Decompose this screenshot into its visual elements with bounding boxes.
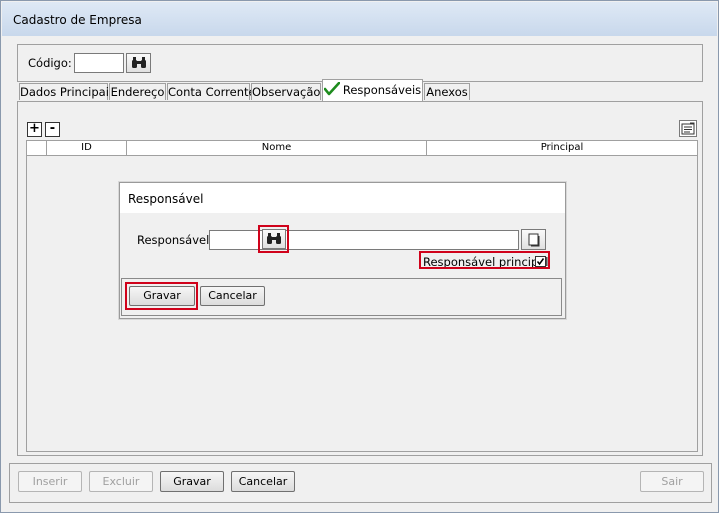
responsavel-dialog: Responsável Responsável : Responsável pr…	[119, 182, 566, 319]
tab-label: Conta Corrente	[168, 85, 256, 99]
save-highlight	[125, 282, 198, 310]
tab-label: Responsáveis	[342, 83, 422, 97]
cancel-button[interactable]: Cancelar	[231, 471, 295, 492]
column-header-nome[interactable]: Nome	[127, 141, 427, 155]
remove-row-button[interactable]: -	[45, 122, 60, 137]
dialog-title-bar: Responsável	[120, 183, 565, 213]
window-title: Cadastro de Empresa	[13, 13, 142, 27]
codigo-search-button[interactable]	[126, 53, 151, 73]
tab-label: Anexos	[426, 85, 468, 99]
search-highlight	[258, 225, 289, 253]
codigo-input[interactable]	[74, 53, 124, 73]
tab-responsaveis[interactable]: Responsáveis	[322, 79, 423, 101]
tab-label: Observação	[252, 85, 321, 99]
responsavel-field-label: Responsável :	[137, 233, 217, 247]
grid-header: ID Nome Principal	[27, 141, 697, 156]
tab-label: Dados Principais	[20, 85, 115, 99]
exit-button[interactable]: Sair	[640, 471, 704, 492]
edit-sheet-icon	[681, 122, 695, 135]
column-header-principal[interactable]: Principal	[427, 141, 697, 155]
tab-observacao[interactable]: Observação	[251, 83, 321, 100]
responsavel-lookup-button[interactable]	[521, 229, 546, 250]
grid-header-selector	[27, 141, 47, 155]
tab-dados-principais[interactable]: Dados Principais	[19, 83, 115, 100]
bottom-toolbar: Inserir Excluir Gravar Cancelar Sair	[9, 463, 712, 503]
window: Cadastro de Empresa Código: Dados Princi…	[0, 0, 719, 513]
codigo-label: Código:	[28, 56, 72, 70]
dialog-title: Responsável	[128, 192, 204, 206]
column-header-id[interactable]: ID	[47, 141, 127, 155]
dialog-footer: Gravar Cancelar	[121, 278, 562, 316]
tab-endereco[interactable]: Endereço	[109, 83, 166, 100]
save-button[interactable]: Gravar	[160, 471, 224, 492]
codigo-panel: Código:	[17, 44, 703, 82]
insert-button[interactable]: Inserir	[18, 471, 82, 492]
delete-button[interactable]: Excluir	[89, 471, 153, 492]
add-row-button[interactable]: +	[27, 122, 42, 137]
title-bar: Cadastro de Empresa	[2, 2, 717, 36]
tab-anexos[interactable]: Anexos	[424, 83, 470, 100]
tab-label: Endereço	[110, 85, 165, 99]
dialog-cancel-button[interactable]: Cancelar	[200, 286, 265, 306]
export-button[interactable]	[679, 120, 697, 137]
tab-conta-corrente[interactable]: Conta Corrente	[167, 83, 256, 100]
binoculars-icon	[131, 57, 146, 68]
checkbox-highlight	[419, 251, 550, 269]
check-icon	[323, 81, 341, 96]
document-icon	[528, 233, 539, 246]
responsavel-input[interactable]	[209, 230, 519, 250]
